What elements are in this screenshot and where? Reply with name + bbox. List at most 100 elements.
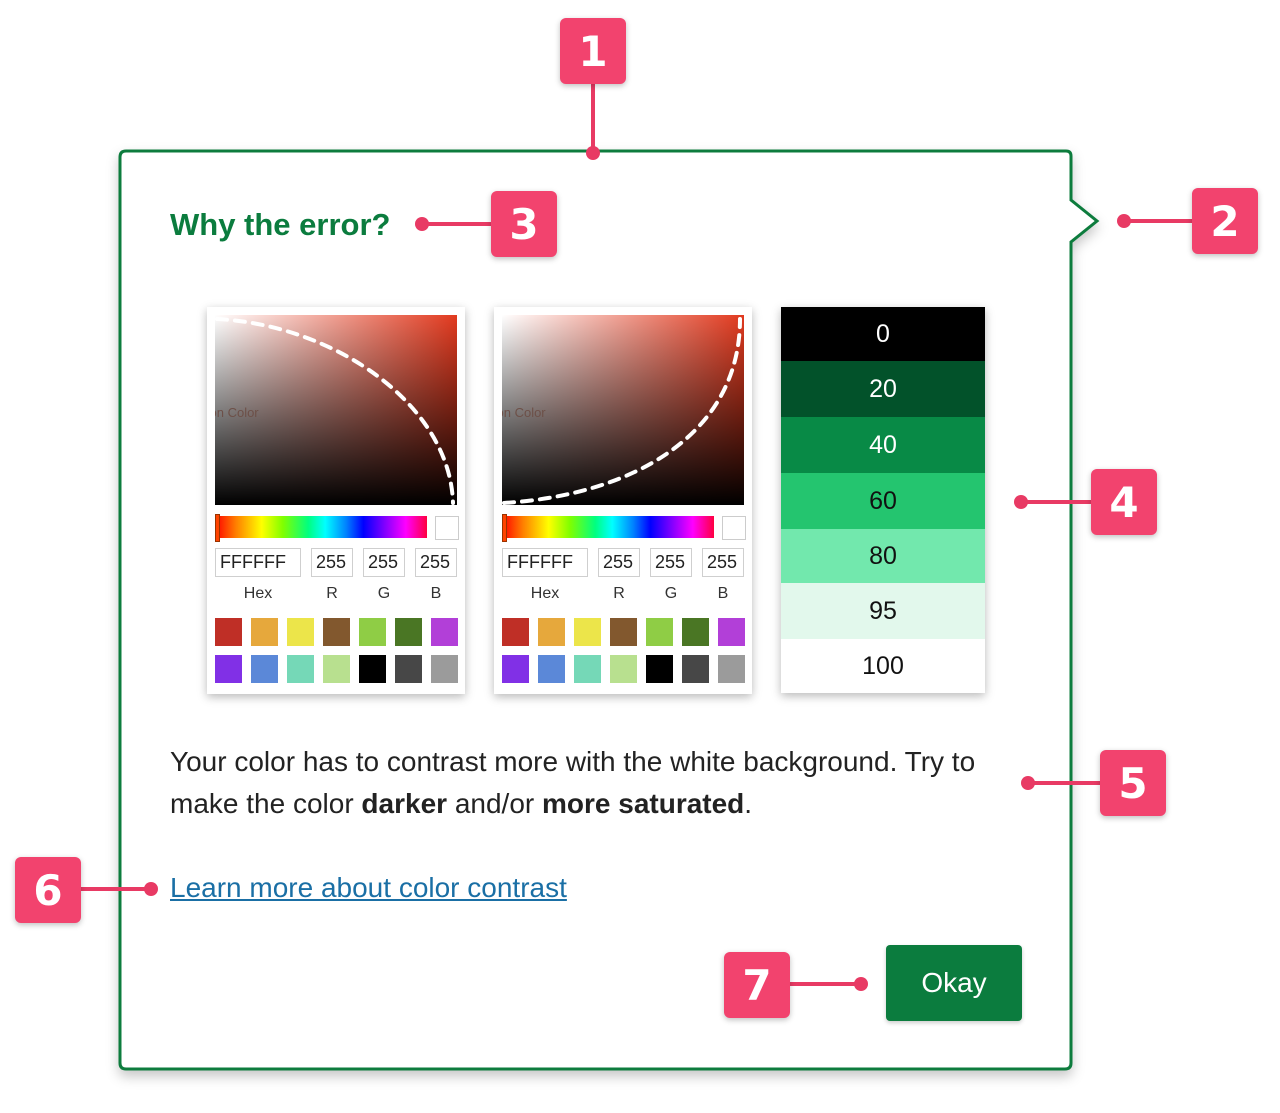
callout-leader — [1022, 500, 1092, 504]
preset-swatch[interactable] — [323, 618, 350, 646]
preset-swatch[interactable] — [682, 618, 709, 646]
green-label: G — [377, 585, 391, 602]
preset-swatch[interactable] — [251, 655, 278, 683]
okay-button[interactable]: Okay — [886, 945, 1022, 1021]
tone-step-60: 60 — [781, 473, 985, 529]
saturation-value-gradient: con Color — [502, 315, 744, 505]
blue-label: B — [717, 585, 729, 602]
preset-swatch[interactable] — [718, 618, 745, 646]
callout-leader — [591, 84, 595, 154]
tone-step-80: 80 — [781, 529, 985, 583]
preset-swatch[interactable] — [610, 618, 637, 646]
tone-scale: 0 20 40 60 80 95 100 — [781, 307, 985, 693]
explanation-text: . — [744, 788, 753, 819]
tone-label: 40 — [869, 430, 897, 459]
green-input[interactable]: 255 — [650, 548, 692, 577]
hue-slider[interactable] — [215, 516, 427, 538]
callout-dot — [415, 217, 429, 231]
preset-swatch[interactable] — [431, 655, 458, 683]
red-label: R — [613, 585, 625, 602]
color-preview-swatch — [435, 516, 459, 540]
red-input[interactable]: 255 — [598, 548, 640, 577]
color-picker-example-2: con Color FFFFFF 255 255 255 Hex R G B — [494, 307, 752, 694]
preset-swatch[interactable] — [502, 618, 529, 646]
callout-marker-7: 7 — [724, 952, 790, 1018]
tone-label: 0 — [876, 319, 890, 348]
saturation-value-gradient: con Color — [215, 315, 457, 505]
tone-step-20: 20 — [781, 361, 985, 417]
preset-swatch[interactable] — [251, 618, 278, 646]
explanation-emphasis-darker: darker — [361, 788, 448, 819]
preset-swatch[interactable] — [287, 618, 314, 646]
callout-leader — [1029, 781, 1101, 785]
preset-swatch[interactable] — [395, 618, 422, 646]
hex-input[interactable]: FFFFFF — [215, 548, 301, 577]
tone-step-100: 100 — [781, 639, 985, 693]
blue-input[interactable]: 255 — [702, 548, 744, 577]
tone-label: 80 — [869, 541, 897, 570]
callout-marker-5: 5 — [1100, 750, 1166, 816]
hex-label: Hex — [243, 585, 273, 602]
preset-swatch[interactable] — [646, 618, 673, 646]
blue-input[interactable]: 255 — [415, 548, 457, 577]
tone-label: 60 — [869, 486, 897, 515]
callout-leader — [790, 982, 862, 986]
preset-swatch[interactable] — [395, 655, 422, 683]
preset-swatch[interactable] — [682, 655, 709, 683]
tone-label: 20 — [869, 374, 897, 403]
preset-swatch[interactable] — [215, 655, 242, 683]
callout-dot — [854, 977, 868, 991]
tone-label: 95 — [869, 596, 897, 625]
callout-leader — [1125, 219, 1195, 223]
callout-dot — [1117, 214, 1131, 228]
hue-slider-handle[interactable] — [215, 514, 220, 542]
callout-dot — [1014, 495, 1028, 509]
callout-leader — [80, 887, 152, 891]
preset-swatch[interactable] — [502, 655, 529, 683]
preset-swatch[interactable] — [323, 655, 350, 683]
red-label: R — [326, 585, 338, 602]
dialog-heading: Why the error? — [170, 207, 391, 242]
preset-swatch[interactable] — [538, 618, 565, 646]
preset-swatch[interactable] — [538, 655, 565, 683]
color-picker-example-1: con Color FFFFFF 255 255 255 Hex R G B — [207, 307, 465, 694]
picker-caption: con Color — [215, 405, 259, 420]
preset-swatch[interactable] — [431, 618, 458, 646]
preset-swatch[interactable] — [574, 655, 601, 683]
tone-label: 100 — [862, 651, 904, 680]
hex-input[interactable]: FFFFFF — [502, 548, 588, 577]
explanation-text: and/or — [447, 788, 542, 819]
callout-dot — [1021, 776, 1035, 790]
callout-dot — [144, 882, 158, 896]
preset-swatch[interactable] — [287, 655, 314, 683]
error-explanation: Your color has to contrast more with the… — [170, 741, 1030, 825]
blue-label: B — [430, 585, 442, 602]
preset-swatch[interactable] — [359, 655, 386, 683]
callout-leader — [423, 222, 493, 226]
hue-slider-handle[interactable] — [502, 514, 507, 542]
picker-caption: con Color — [502, 405, 546, 420]
learn-more-link[interactable]: Learn more about color contrast — [170, 872, 567, 904]
preset-swatch[interactable] — [359, 618, 386, 646]
callout-marker-4: 4 — [1091, 469, 1157, 535]
preset-swatch[interactable] — [215, 618, 242, 646]
hex-label: Hex — [530, 585, 560, 602]
green-label: G — [664, 585, 678, 602]
callout-marker-6: 6 — [15, 857, 81, 923]
red-input[interactable]: 255 — [311, 548, 353, 577]
tone-step-95: 95 — [781, 583, 985, 639]
preset-swatch[interactable] — [718, 655, 745, 683]
callout-dot — [586, 146, 600, 160]
hue-slider[interactable] — [502, 516, 714, 538]
explanation-emphasis-saturated: more saturated — [542, 788, 745, 819]
callout-marker-2: 2 — [1192, 188, 1258, 254]
preset-swatch[interactable] — [610, 655, 637, 683]
color-preview-swatch — [722, 516, 746, 540]
tone-step-40: 40 — [781, 417, 985, 473]
preset-swatch[interactable] — [574, 618, 601, 646]
preset-swatch[interactable] — [646, 655, 673, 683]
tone-step-0: 0 — [781, 307, 985, 361]
green-input[interactable]: 255 — [363, 548, 405, 577]
callout-marker-3: 3 — [491, 191, 557, 257]
callout-marker-1: 1 — [560, 18, 626, 84]
